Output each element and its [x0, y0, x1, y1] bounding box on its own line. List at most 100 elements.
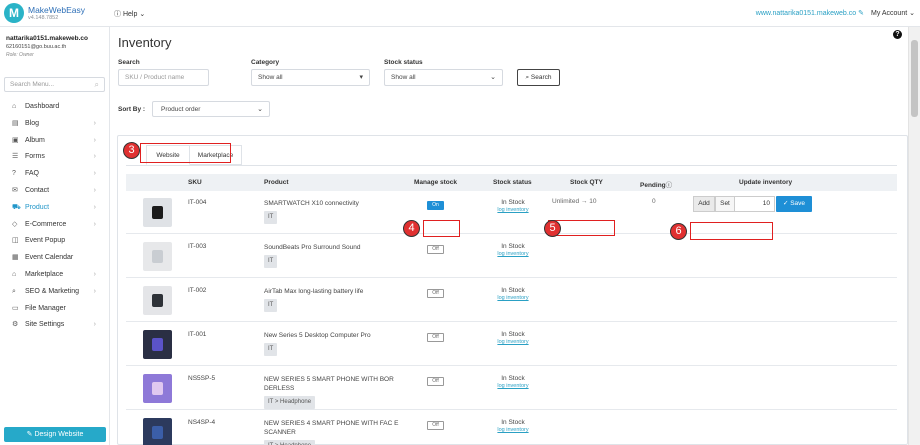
sidebar-item-album[interactable]: ▣ Album ›	[0, 133, 110, 150]
product-icon: ⛟	[12, 203, 21, 211]
site-settings-icon: ⚙	[12, 321, 19, 329]
chevron-right-icon: ›	[93, 170, 96, 178]
sidebar-item-event-calendar[interactable]: ▦ Event Calendar	[0, 250, 110, 267]
product-thumbnail[interactable]	[143, 242, 172, 271]
sidebar: nattarika0151.makeweb.co 62160151@go.buu…	[0, 27, 110, 445]
manage-stock-toggle[interactable]: Off	[427, 245, 444, 254]
sku-cell: IT-003	[188, 243, 207, 250]
table-row: NS5SP-5 NEW SERIES 5 SMART PHONE WITH BOR…	[126, 367, 897, 410]
manage-stock-toggle[interactable]: Off	[427, 333, 444, 342]
help-label: Help	[122, 11, 138, 18]
product-name[interactable]: SMARTWATCH X10 connectivity	[264, 199, 406, 208]
top-bar: M MakeWebEasy v4.148.7852 ⓘ Help ⌄ www.n…	[0, 0, 920, 27]
manage-stock-toggle[interactable]: On	[427, 201, 444, 210]
chevron-down-icon: ⌄	[909, 10, 915, 17]
product-name[interactable]: SoundBeats Pro Surround Sound	[264, 243, 406, 252]
info-icon[interactable]: ⓘ	[666, 182, 673, 189]
marketplace-icon: ⌂	[12, 270, 17, 278]
table-row: IT-002 AirTab Max long-lasting battery li…	[126, 279, 897, 322]
product-thumbnail[interactable]	[143, 198, 172, 227]
product-name[interactable]: New Series 5 Desktop Computer Pro	[264, 331, 406, 340]
sidebar-item-label: Forms	[25, 153, 45, 161]
e-commerce-icon: ◇	[12, 220, 18, 228]
manage-stock-toggle[interactable]: Off	[427, 289, 444, 298]
inventory-card: Website Marketplace 3 SKU Product Manage…	[117, 135, 908, 445]
menu-search-input[interactable]: Search Menu... ⌕	[4, 77, 105, 92]
external-edit-icon: ✎	[858, 10, 864, 17]
stock-status-value: Show all	[391, 74, 416, 81]
sidebar-item-event-popup[interactable]: ◫ Event Popup	[0, 233, 110, 250]
chevron-down-icon: ⌄	[139, 11, 146, 18]
sidebar-item-blog[interactable]: ▤ Blog ›	[0, 116, 110, 133]
sidebar-item-dashboard[interactable]: ⌂ Dashboard	[0, 99, 110, 116]
product-name[interactable]: NEW SERIES 5 SMART PHONE WITH BOR DERLES…	[264, 375, 406, 393]
sort-by-select[interactable]: Product order ⌄	[152, 101, 270, 117]
brand-name[interactable]: MakeWebEasy	[28, 5, 85, 15]
save-button[interactable]: ✓ Save	[776, 196, 812, 212]
sidebar-item-label: Dashboard	[25, 103, 60, 110]
log-inventory-link[interactable]: log inventory	[491, 295, 535, 301]
brand-logo-icon[interactable]: M	[4, 3, 24, 23]
product-thumbnail[interactable]	[143, 374, 172, 403]
product-thumbnail[interactable]	[143, 286, 172, 315]
sidebar-item-label: Contact	[25, 186, 50, 194]
sidebar-item-forms[interactable]: ☰ Forms ›	[0, 149, 110, 166]
sidebar-item-e-commerce[interactable]: ◇ E-Commerce ›	[0, 217, 110, 234]
category-tag: IT	[264, 299, 278, 312]
my-account-menu[interactable]: My Account ⌄	[871, 9, 915, 17]
category-tag: IT	[264, 343, 278, 356]
chevron-down-icon: ⌄	[257, 106, 263, 113]
stock-qty-cell: Unlimited → 10	[552, 198, 597, 205]
quantity-input[interactable]: 10	[735, 196, 775, 212]
log-inventory-link[interactable]: log inventory	[491, 383, 535, 389]
scrollbar-thumb[interactable]	[911, 40, 918, 117]
sku-cell: IT-001	[188, 331, 207, 338]
product-image-shape	[152, 338, 163, 351]
log-inventory-link[interactable]: log inventory	[491, 339, 535, 345]
site-link[interactable]: www.nattarika0151.makeweb.co ✎	[756, 9, 864, 17]
sidebar-item-product[interactable]: ⛟ Product ›	[0, 200, 110, 217]
manage-stock-toggle[interactable]: Off	[427, 421, 444, 430]
header-pending-label: Pending	[640, 182, 666, 189]
add-mode-button[interactable]: Add	[693, 196, 715, 212]
product-thumbnail[interactable]	[143, 418, 172, 445]
chevron-right-icon: ›	[93, 270, 96, 278]
set-mode-button[interactable]: Set	[715, 196, 735, 212]
sidebar-item-contact[interactable]: ✉ Contact ›	[0, 183, 110, 200]
sidebar-item-seo-and-marketing[interactable]: ⌕ SEO & Marketing ›	[0, 284, 110, 301]
product-thumbnail[interactable]	[143, 330, 172, 359]
product-name[interactable]: AirTab Max long-lasting battery life	[264, 287, 406, 296]
stock-status-select[interactable]: Show all ⌄	[384, 69, 503, 86]
category-select[interactable]: Show all ▾	[251, 69, 370, 86]
my-account-label: My Account	[870, 10, 908, 17]
sidebar-item-site-settings[interactable]: ⚙ Site Settings ›	[0, 317, 110, 334]
question-circle-icon[interactable]: ?	[893, 30, 902, 39]
sidebar-item-faq[interactable]: ? FAQ ›	[0, 166, 110, 183]
design-website-button[interactable]: ✎ Design Website	[4, 427, 106, 442]
sidebar-item-marketplace[interactable]: ⌂ Marketplace ›	[0, 267, 110, 284]
stock-status-label: Stock status	[384, 59, 423, 66]
page-scrollbar[interactable]	[908, 27, 920, 445]
log-inventory-link[interactable]: log inventory	[491, 427, 535, 433]
search-input[interactable]: SKU / Product name	[118, 69, 209, 86]
sidebar-item-label: File Manager	[25, 304, 66, 312]
sidebar-item-label: Marketplace	[25, 270, 64, 278]
manage-stock-toggle[interactable]: Off	[427, 377, 444, 386]
header-sku[interactable]: SKU	[188, 179, 202, 186]
stock-status-text: In Stock	[501, 419, 525, 426]
sidebar-item-file-manager[interactable]: ▭ File Manager	[0, 301, 110, 318]
search-button[interactable]: ⌕ Search	[517, 69, 560, 86]
product-cell: SoundBeats Pro Surround Sound IT	[264, 243, 406, 268]
site-link-text: www.nattarika0151.makeweb.co	[755, 10, 857, 17]
chevron-right-icon: ›	[93, 153, 96, 161]
header-product[interactable]: Product	[264, 179, 289, 186]
product-name[interactable]: NEW SERIES 4 SMART PHONE WITH FAC E SCAN…	[264, 419, 406, 437]
stock-status-cell: In Stock log inventory	[491, 375, 535, 389]
sku-cell: IT-002	[188, 287, 207, 294]
log-inventory-link[interactable]: log inventory	[491, 207, 535, 213]
menu-search-placeholder: Search Menu...	[10, 81, 55, 88]
help-menu[interactable]: ⓘ Help ⌄	[114, 9, 145, 19]
log-inventory-link[interactable]: log inventory	[491, 251, 535, 257]
page-title: Inventory	[118, 35, 172, 50]
help-circle-icon: ⓘ	[114, 11, 121, 18]
